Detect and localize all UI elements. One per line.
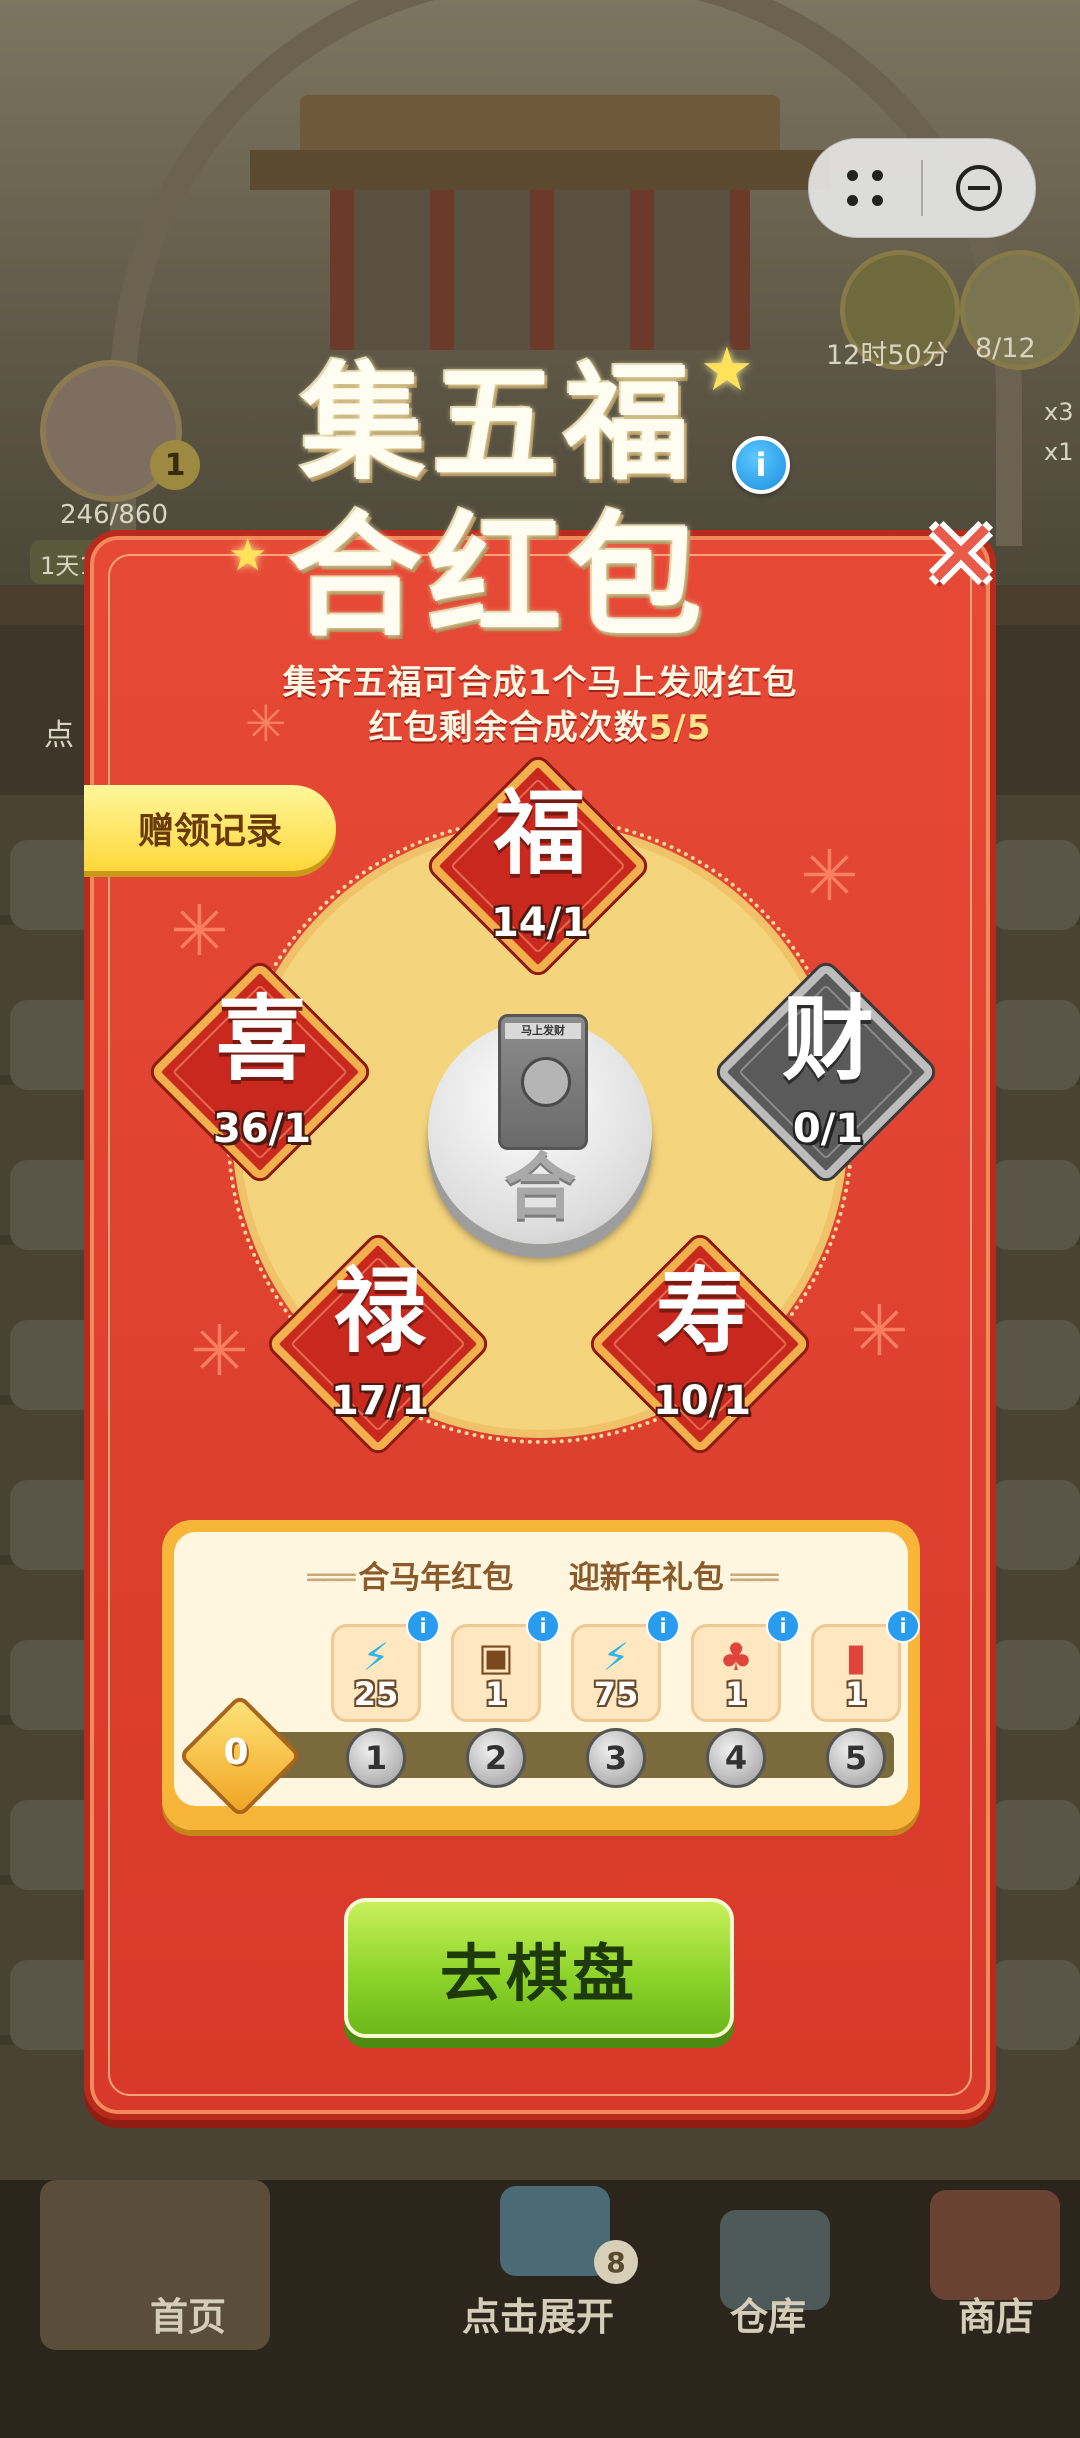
board-tile — [990, 1480, 1080, 1570]
reward-track-panel: ═══ 合马年红包 迎新年礼包 ═══ 0 1 2 3 4 5 ⚡ 25 i ▣… — [162, 1520, 920, 1830]
sparkle-decoration: ✳ — [800, 835, 859, 917]
tea-timer-text: 12时50分 — [826, 340, 949, 371]
gift-records-button[interactable]: 赠领记录 — [84, 785, 336, 871]
card-glyph: 福 — [493, 780, 586, 887]
reward-amount: 25 — [353, 1675, 399, 1713]
reward-amount: 1 — [724, 1675, 748, 1713]
flower-count-text: 8/12 — [975, 333, 1036, 364]
sparkle-decoration: ✳ — [170, 890, 229, 972]
side-count-text: x1 — [1044, 438, 1074, 466]
info-icon[interactable]: i — [766, 1609, 800, 1643]
progress-node: 3 — [586, 1728, 646, 1788]
title-line-2: 合红包 — [288, 499, 709, 655]
mini-program-capsule — [808, 138, 1036, 238]
reward-slot-3[interactable]: ⚡ 75 i — [571, 1609, 680, 1722]
progress-value: 0 — [223, 1731, 249, 1773]
more-menu-button[interactable] — [809, 139, 921, 237]
nav-expand-label[interactable]: 点击展开 — [462, 2286, 614, 2341]
info-icon[interactable]: i — [886, 1609, 920, 1643]
description-line-2: 红包剩余合成次数5/5 — [368, 708, 712, 748]
card-glyph: 喜 — [215, 986, 308, 1093]
sparkle-decoration: ✳ — [850, 1290, 909, 1372]
side-count-text: x3 — [1044, 398, 1074, 426]
red-envelope-icon: ▮ — [845, 1635, 867, 1679]
lightning-icon: ⚡ — [602, 1635, 630, 1679]
nav-expand-badge: 8 — [594, 2240, 638, 2284]
card-count: 0/1 — [792, 1106, 864, 1152]
progress-node: 2 — [466, 1728, 526, 1788]
info-icon[interactable]: i — [406, 1609, 440, 1643]
blessing-card-cai[interactable]: 财 0/1 — [715, 961, 938, 1184]
card-glyph: 禄 — [333, 1258, 426, 1365]
board-tile — [990, 1640, 1080, 1730]
board-tile — [990, 840, 1080, 930]
exit-mini-program-button[interactable] — [923, 139, 1035, 237]
progress-node: 5 — [826, 1728, 886, 1788]
go-to-board-button[interactable]: 去棋盘 — [344, 1898, 734, 2038]
info-icon[interactable]: i — [526, 1609, 560, 1643]
combine-label: 合 — [503, 1145, 576, 1229]
progress-node: 1 — [346, 1728, 406, 1788]
board-tile — [990, 1800, 1080, 1890]
description-line-1: 集齐五福可合成1个马上发财红包 — [282, 663, 798, 703]
combine-button[interactable]: 马上发财 合 — [428, 1014, 652, 1244]
shop-icon[interactable] — [930, 2190, 1060, 2300]
nav-warehouse-label[interactable]: 仓库 — [730, 2286, 806, 2341]
dice-icon: ▣ — [478, 1635, 514, 1679]
lightning-icon: ⚡ — [362, 1635, 390, 1679]
blessing-card-xi[interactable]: 喜 36/1 — [149, 961, 372, 1184]
progress-node: 4 — [706, 1728, 766, 1788]
close-button[interactable]: ✕ — [918, 507, 1004, 603]
reward-track-title: ═══ 合马年红包 迎新年礼包 ═══ — [307, 1560, 778, 1596]
nav-shop-label[interactable]: 商店 — [958, 2286, 1034, 2341]
blessing-card-fu[interactable]: 福 14/1 — [427, 755, 650, 978]
card-count: 36/1 — [212, 1106, 312, 1152]
card-count: 10/1 — [652, 1378, 752, 1424]
card-glyph: 寿 — [655, 1258, 748, 1365]
horse-face-icon — [521, 1057, 571, 1107]
jester-icon: ♣ — [718, 1635, 754, 1679]
card-count: 14/1 — [490, 900, 590, 946]
reward-slot-4[interactable]: ♣ 1 i — [691, 1609, 800, 1722]
board-tile — [990, 1160, 1080, 1250]
reward-track-inner: ═══ 合马年红包 迎新年礼包 ═══ 0 1 2 3 4 5 ⚡ 25 i ▣… — [174, 1532, 920, 1819]
reward-amount: 1 — [844, 1675, 868, 1713]
reward-amount: 1 — [484, 1675, 508, 1713]
minus-circle-icon — [956, 165, 1002, 211]
reward-amount: 75 — [593, 1675, 639, 1713]
star-icon: ★ — [700, 335, 754, 405]
card-glyph: 财 — [781, 986, 874, 1093]
reward-slot-5[interactable]: ▮ 1 i — [811, 1609, 920, 1722]
background-temple-eave — [250, 150, 830, 190]
board-tile — [990, 1000, 1080, 1090]
card-count: 17/1 — [330, 1378, 430, 1424]
player-xp-text: 246/860 — [60, 500, 169, 530]
nav-home-label[interactable]: 首页 — [150, 2286, 226, 2341]
reward-slot-2[interactable]: ▣ 1 i — [451, 1609, 560, 1722]
sparkle-decoration: ✳ — [190, 1310, 249, 1392]
reward-slot-1[interactable]: ⚡ 25 i — [331, 1609, 440, 1722]
blessing-card-lu[interactable]: 禄 17/1 — [267, 1233, 490, 1456]
envelope-label: 马上发财 — [505, 1023, 581, 1039]
board-tile — [990, 1320, 1080, 1410]
blessing-card-shou[interactable]: 寿 10/1 — [589, 1233, 812, 1456]
info-icon[interactable]: i — [732, 436, 790, 494]
dots-icon — [843, 166, 887, 210]
player-level-badge: 1 — [150, 440, 200, 490]
board-tile — [990, 1960, 1080, 2050]
remaining-combine-count: 5/5 — [648, 708, 712, 748]
info-icon[interactable]: i — [646, 1609, 680, 1643]
star-icon: ★ — [228, 530, 268, 581]
